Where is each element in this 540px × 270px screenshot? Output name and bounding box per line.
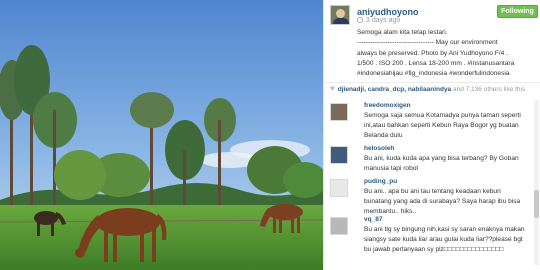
landscape-image xyxy=(0,0,323,270)
comment-text: Bu ani, kuda kuda apa yang bisa terbang?… xyxy=(364,155,519,172)
post-caption: Semoga alam kita tetap lestari. --------… xyxy=(357,28,537,79)
post-panel: aniyudhoyono 3 days ago Following Semoga… xyxy=(323,0,540,270)
comment-text: Semoga saja semua Kotamadya punya taman … xyxy=(364,112,521,139)
timestamp: 3 days ago xyxy=(357,17,400,24)
user-avatar[interactable] xyxy=(330,5,350,25)
comment-text: Bu ani tlg sy bingung nih,kasi sy saran … xyxy=(364,226,525,253)
comments-scrollbar[interactable] xyxy=(534,100,539,265)
comment-text: Bu ani.. apa bu ani tau tentang keadaan … xyxy=(364,188,521,215)
commenter-avatar[interactable] xyxy=(330,179,348,197)
scrollbar-thumb[interactable] xyxy=(534,190,539,218)
avatar-face xyxy=(336,9,345,18)
avatar-body xyxy=(333,18,349,24)
commenter-username[interactable]: vq_87 xyxy=(364,216,382,223)
caption-line: ----------------------------------- May … xyxy=(357,39,498,47)
post-header: aniyudhoyono 3 days ago Following xyxy=(324,0,540,28)
likes-rest: and 7,136 others like this xyxy=(451,86,526,93)
caption-line: always be preserved. Photo by Ani Yudhoy… xyxy=(357,49,508,57)
following-button[interactable]: Following xyxy=(497,5,538,18)
post-photo[interactable] xyxy=(0,0,323,270)
caption-line: 1/500 . ISO 200 . Lensa 18-200 mm . #ins… xyxy=(357,59,515,67)
heart-icon[interactable]: ♥ xyxy=(330,84,335,93)
commenter-username[interactable]: freedomoxigen xyxy=(364,102,411,109)
clock-icon xyxy=(357,17,363,23)
time-ago: 3 days ago xyxy=(366,17,401,24)
username-link[interactable]: aniyudhoyono xyxy=(357,7,419,17)
commenter-username[interactable]: puding_pu xyxy=(364,178,397,185)
caption-line: #indonesiahijau #fig_indonesia #wonderfu… xyxy=(357,70,510,78)
likes-summary: ♥ djienadji, candra_dcp, nabilaanindya an… xyxy=(330,84,538,94)
likers-names[interactable]: djienadji, candra_dcp, nabilaanindya xyxy=(338,86,451,93)
commenter-avatar[interactable] xyxy=(330,146,348,164)
commenter-avatar[interactable] xyxy=(330,103,348,121)
commenter-username[interactable]: helosoleh xyxy=(364,145,394,152)
divider xyxy=(324,82,540,83)
caption-line: Semoga alam kita tetap lestari. xyxy=(357,29,448,36)
commenter-avatar[interactable] xyxy=(330,217,348,235)
